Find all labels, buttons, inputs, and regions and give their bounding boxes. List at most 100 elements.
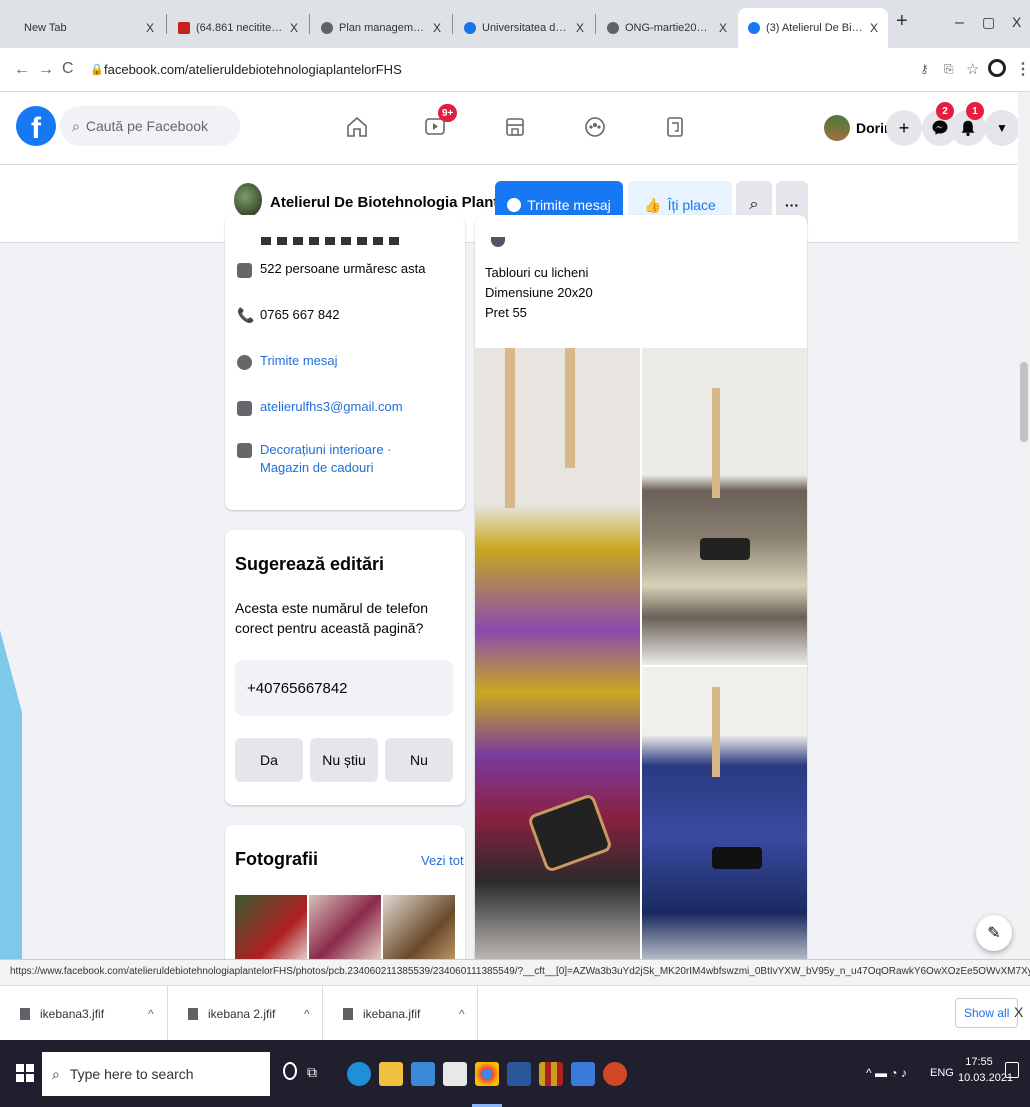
marketplace-icon[interactable] <box>498 110 532 144</box>
home-icon[interactable] <box>340 110 374 144</box>
minimize-icon[interactable]: – <box>955 14 964 32</box>
back-icon[interactable]: ← <box>14 61 30 79</box>
suggested-phone-value: +40765667842 <box>235 660 453 716</box>
post-photo-grey-moss-home[interactable] <box>642 348 807 665</box>
word-icon[interactable] <box>507 1062 531 1086</box>
chrome-icon[interactable] <box>475 1062 499 1086</box>
close-downloads-icon[interactable]: X <box>1014 1004 1023 1020</box>
new-tab-button[interactable]: + <box>896 10 908 33</box>
thumbs-up-icon: 👍 <box>644 196 662 213</box>
download-item[interactable]: ikebana3.jfif ^ <box>0 986 168 1041</box>
notification-badge: 1 <box>966 102 984 120</box>
photo-thumbnail[interactable] <box>235 895 307 965</box>
kebab-menu-icon[interactable]: ⋮ <box>1015 59 1030 79</box>
envelope-icon <box>237 401 252 416</box>
close-icon[interactable]: X <box>433 21 441 35</box>
like-label: Îți place <box>667 197 716 213</box>
url-field[interactable]: facebook.com/atelieruldebiotehnologiapla… <box>104 62 402 77</box>
photo-thumbnail[interactable] <box>309 895 381 965</box>
taskbar-search-input[interactable]: ⌕ Type here to search <box>42 1052 270 1096</box>
scrollbar-thumb[interactable] <box>1020 362 1028 442</box>
chevron-up-icon[interactable]: ^ <box>459 1007 465 1021</box>
close-icon[interactable]: X <box>719 21 727 35</box>
post-line: Dimensiune 20x20 <box>485 285 593 300</box>
tab-new-tab[interactable]: New Tab X <box>14 8 164 48</box>
search-icon: ⌕ <box>72 117 80 134</box>
close-icon[interactable]: X <box>870 21 878 35</box>
gaming-icon[interactable] <box>658 110 692 144</box>
decorative-blue-shape <box>0 630 22 960</box>
photos-icon[interactable] <box>571 1062 595 1086</box>
tab-atelierul-active[interactable]: (3) Atelierul De Biotehnologi X <box>738 8 888 48</box>
status-bar-url: https://www.facebook.com/atelieruldebiot… <box>0 959 1030 985</box>
address-bar: ← → C 🔒 facebook.com/atelieruldebiotehno… <box>0 48 1030 92</box>
windows-start-icon[interactable] <box>16 1064 34 1082</box>
cortana-icon[interactable] <box>283 1062 297 1080</box>
close-icon[interactable]: X <box>146 21 154 35</box>
category-row[interactable]: Decorațiuni interioare · Magazin de cado… <box>237 441 437 477</box>
new-message-icon[interactable]: ✎ <box>976 915 1012 951</box>
post-line: Pret 55 <box>485 305 527 320</box>
tab-title: (3) Atelierul De Biotehnologi <box>766 22 864 34</box>
messenger-icon <box>507 198 522 212</box>
email-row[interactable]: atelierulfhs3@gmail.com <box>237 399 403 416</box>
star-icon[interactable]: ☆ <box>966 60 979 78</box>
chevron-up-icon[interactable]: ^ <box>148 1007 154 1021</box>
window-close-icon[interactable]: X <box>1012 14 1021 30</box>
create-button[interactable]: + <box>886 110 922 146</box>
translate-icon[interactable]: ⎘ <box>944 62 954 77</box>
language-indicator[interactable]: ENG <box>930 1067 954 1079</box>
search-icon: ⌕ <box>52 1065 60 1082</box>
tab-plan-management[interactable]: Plan management fond cine X <box>311 8 451 48</box>
close-icon[interactable]: X <box>576 21 584 35</box>
post-line: Tablouri cu licheni <box>485 265 589 280</box>
reload-icon[interactable]: C <box>62 60 74 78</box>
mail-icon[interactable] <box>411 1062 435 1086</box>
facebook-logo-icon[interactable]: f <box>16 106 56 146</box>
show-all-button[interactable]: Show all <box>955 998 1019 1028</box>
tag-icon <box>237 443 252 458</box>
file-explorer-icon[interactable] <box>379 1062 403 1086</box>
store-icon[interactable] <box>443 1062 467 1086</box>
tab-gmail[interactable]: (64.861 necitite) - camendor X <box>168 8 308 48</box>
account-menu-icon[interactable]: ▼ <box>984 110 1020 146</box>
page-avatar[interactable] <box>234 183 262 217</box>
download-item[interactable]: ikebana 2.jfif ^ <box>168 986 323 1041</box>
follower-avatars <box>261 237 401 245</box>
no-button[interactable]: Nu <box>385 738 453 782</box>
bell-icon[interactable]: 1 <box>950 102 986 146</box>
photos-title: Fotografii <box>235 849 318 869</box>
profile-icon[interactable] <box>988 59 1006 77</box>
page-name[interactable]: Atelierul De Biotehnologia Plantelor <box>270 194 526 211</box>
edge-icon[interactable] <box>347 1062 371 1086</box>
scrollbar[interactable] <box>1018 92 1030 959</box>
dont-know-button[interactable]: Nu știu <box>310 738 378 782</box>
winrar-icon[interactable] <box>539 1062 563 1086</box>
watch-icon[interactable]: 9+ <box>418 104 458 144</box>
see-all-link[interactable]: Vezi tot <box>421 853 464 868</box>
notifications-icon[interactable] <box>1005 1062 1019 1078</box>
search-input[interactable]: ⌕ Caută pe Facebook <box>60 106 240 146</box>
powerpoint-icon[interactable] <box>603 1062 627 1086</box>
system-tray-icons[interactable]: ^ ▬ ◔ ♪ <box>866 1066 907 1080</box>
tab-universitatea[interactable]: Universitatea de Stiinte Agric X <box>454 8 594 48</box>
clock[interactable]: 17:55 10.03.2021 <box>958 1056 1013 1084</box>
close-icon[interactable]: X <box>290 21 298 35</box>
photo-thumbnail[interactable] <box>383 895 455 965</box>
groups-icon[interactable] <box>578 110 612 144</box>
forward-icon[interactable]: → <box>38 61 54 79</box>
restore-icon[interactable]: ▢ <box>982 14 995 31</box>
suggest-title: Sugerează editări <box>235 554 385 574</box>
key-icon[interactable]: ⚷ <box>920 62 929 76</box>
task-view-icon[interactable]: ⧉ <box>307 1064 317 1081</box>
avatar <box>824 115 850 141</box>
post-photo-yellow-purple-moss[interactable] <box>475 348 640 975</box>
post-photo-blue-moss[interactable] <box>642 667 807 975</box>
chevron-up-icon[interactable]: ^ <box>304 1007 310 1021</box>
download-item[interactable]: ikebana.jfif ^ <box>323 986 478 1041</box>
yes-button[interactable]: Da <box>235 738 303 782</box>
tab-ong-pdf[interactable]: ONG-martie2021.pdf X <box>597 8 737 48</box>
message-row[interactable]: Trimite mesaj <box>237 353 338 370</box>
profile-button[interactable]: Dorin <box>824 110 893 146</box>
globe-icon <box>321 22 333 34</box>
